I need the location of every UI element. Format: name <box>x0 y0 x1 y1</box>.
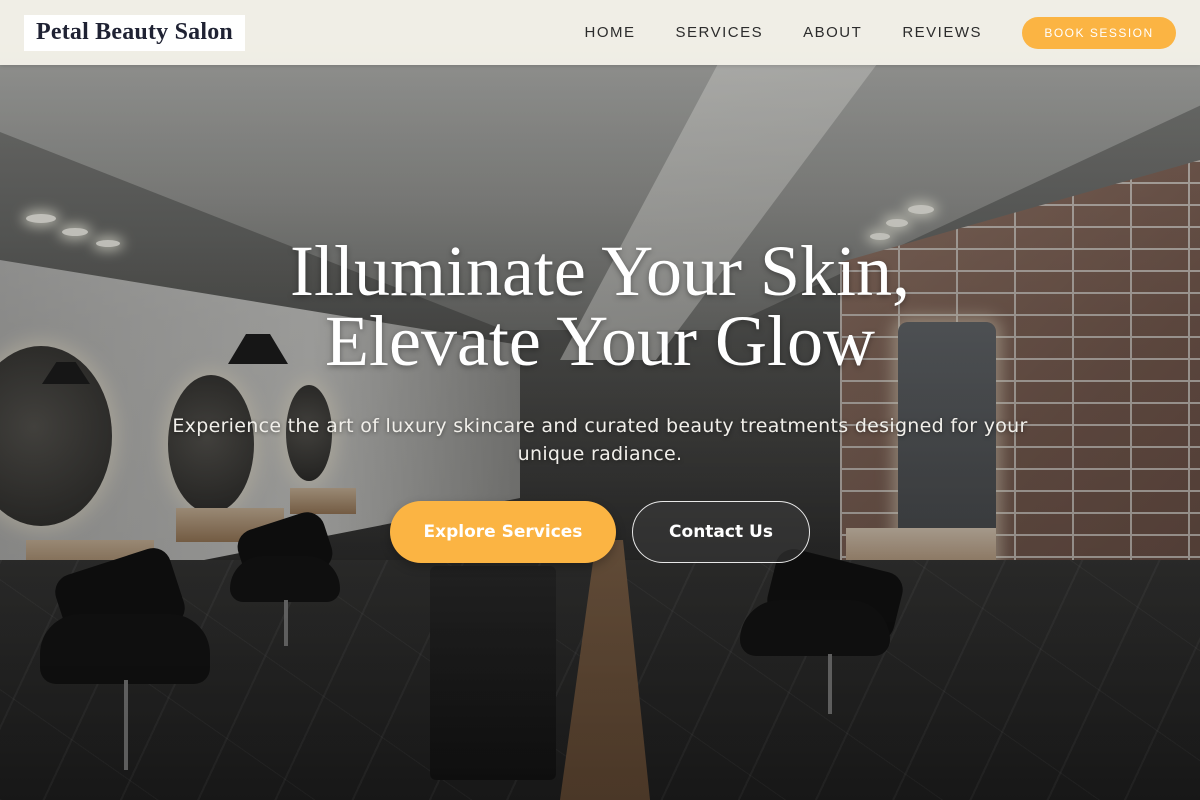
contact-us-button[interactable]: Contact Us <box>632 501 810 563</box>
explore-services-button[interactable]: Explore Services <box>390 501 616 563</box>
hero-subtitle: Experience the art of luxury skincare an… <box>172 415 1028 465</box>
site-header: Petal Beauty Salon HOME SERVICES ABOUT R… <box>0 0 1200 65</box>
hero-headline-line-1: Illuminate Your Skin, <box>289 231 911 311</box>
book-session-button[interactable]: BOOK SESSION <box>1022 16 1176 49</box>
hero-headline-line-2: Elevate Your Glow <box>325 301 875 381</box>
brand-logo[interactable]: Petal Beauty Salon <box>24 14 245 51</box>
nav-link-about[interactable]: ABOUT <box>803 24 862 41</box>
nav-link-reviews[interactable]: REVIEWS <box>902 24 982 41</box>
hero-headline: Illuminate Your Skin, Elevate Your Glow <box>0 235 1200 377</box>
hero-cta-row: Explore Services Contact Us <box>0 501 1200 563</box>
hero-content: Illuminate Your Skin, Elevate Your Glow … <box>0 235 1200 468</box>
nav-link-services[interactable]: SERVICES <box>676 24 764 41</box>
main-nav: HOME SERVICES ABOUT REVIEWS BOOK SESSION <box>545 16 1176 49</box>
nav-link-home[interactable]: HOME <box>585 24 636 41</box>
